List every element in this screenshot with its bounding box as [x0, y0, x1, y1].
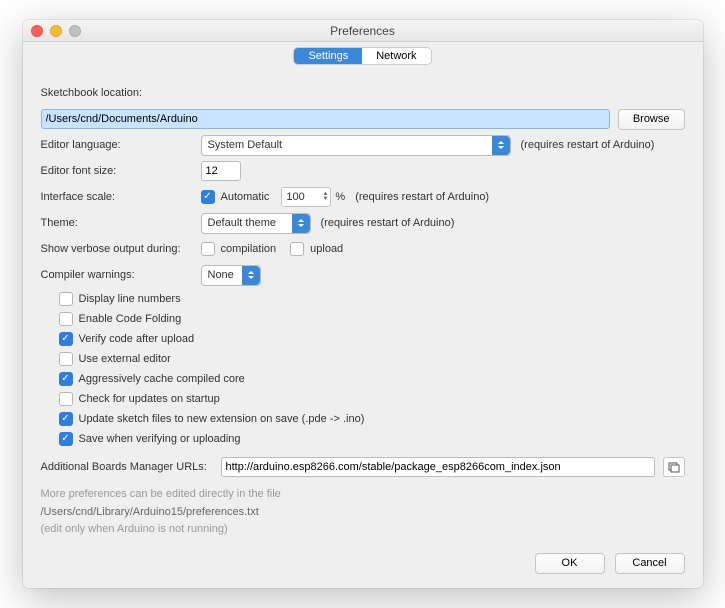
verify-after-upload-checkbox[interactable] [59, 332, 73, 346]
tab-settings[interactable]: Settings [294, 48, 362, 64]
font-size-label: Editor font size: [41, 165, 201, 177]
dialog-buttons: OK Cancel [41, 553, 685, 574]
chevron-updown-icon [492, 136, 510, 155]
chevron-updown-icon [292, 214, 310, 233]
titlebar: Preferences [23, 20, 703, 42]
scale-auto-label: Automatic [221, 191, 270, 203]
tab-bar: Settings Network [23, 42, 703, 68]
footer-note: More preferences can be edited directly … [41, 486, 685, 539]
ok-button[interactable]: OK [535, 553, 605, 574]
enable-code-folding-checkbox[interactable] [59, 312, 73, 326]
tab-segment: Settings Network [294, 48, 430, 64]
editor-language-label: Editor language: [41, 139, 201, 151]
verbose-label: Show verbose output during: [41, 243, 201, 255]
interface-scale-label: Interface scale: [41, 191, 201, 203]
restart-hint: (requires restart of Arduino) [521, 139, 655, 151]
preferences-window: Preferences Settings Network Sketchbook … [23, 20, 703, 588]
additional-urls-label: Additional Boards Manager URLs: [41, 461, 221, 473]
sketchbook-label: Sketchbook location: [41, 87, 143, 99]
use-external-editor-checkbox[interactable] [59, 352, 73, 366]
check-updates-label: Check for updates on startup [79, 393, 220, 405]
tab-network[interactable]: Network [362, 48, 430, 64]
restart-hint-2: (requires restart of Arduino) [355, 191, 489, 203]
options-list: Display line numbers Enable Code Folding… [41, 290, 685, 448]
traffic-lights [31, 25, 81, 37]
footer-line3: (edit only when Arduino is not running) [41, 521, 685, 539]
font-size-input[interactable] [201, 161, 241, 181]
scale-value: 100 [286, 191, 304, 203]
verify-after-upload-label: Verify code after upload [79, 333, 195, 345]
editor-language-value: System Default [208, 139, 283, 151]
save-on-verify-label: Save when verifying or uploading [79, 433, 241, 445]
enable-code-folding-label: Enable Code Folding [79, 313, 182, 325]
display-line-numbers-checkbox[interactable] [59, 292, 73, 306]
aggressive-cache-label: Aggressively cache compiled core [79, 373, 245, 385]
warnings-value: None [208, 269, 234, 281]
theme-label: Theme: [41, 217, 201, 229]
minimize-icon[interactable] [50, 25, 62, 37]
chevron-updown-icon [242, 266, 260, 285]
verbose-compilation-checkbox[interactable] [201, 242, 215, 256]
browse-button[interactable]: Browse [618, 109, 685, 130]
check-updates-checkbox[interactable] [59, 392, 73, 406]
verbose-upload-checkbox[interactable] [290, 242, 304, 256]
prefs-file-path: /Users/cnd/Library/Arduino15/preferences… [41, 504, 685, 522]
verbose-upload-label: upload [310, 243, 343, 255]
window-title: Preferences [330, 24, 395, 38]
zoom-icon [69, 25, 81, 37]
scale-auto-checkbox[interactable] [201, 190, 215, 204]
aggressive-cache-checkbox[interactable] [59, 372, 73, 386]
window-icon [668, 461, 680, 473]
theme-select[interactable]: Default theme [201, 213, 311, 234]
display-line-numbers-label: Display line numbers [79, 293, 181, 305]
additional-urls-input[interactable] [221, 457, 655, 477]
verbose-compilation-label: compilation [221, 243, 277, 255]
update-extension-checkbox[interactable] [59, 412, 73, 426]
footer-line1: More preferences can be edited directly … [41, 486, 685, 504]
sketchbook-path-input[interactable] [41, 109, 610, 129]
cancel-button[interactable]: Cancel [615, 553, 685, 574]
scale-percent-label: % [335, 191, 345, 203]
save-on-verify-checkbox[interactable] [59, 432, 73, 446]
warnings-select[interactable]: None [201, 265, 261, 286]
close-icon[interactable] [31, 25, 43, 37]
content-area: Sketchbook location: Browse Editor langu… [23, 68, 703, 588]
theme-value: Default theme [208, 217, 276, 229]
expand-urls-button[interactable] [663, 457, 685, 477]
warnings-label: Compiler warnings: [41, 269, 201, 281]
restart-hint-3: (requires restart of Arduino) [321, 217, 455, 229]
scale-stepper[interactable]: 100 ▲▼ [281, 187, 331, 207]
editor-language-select[interactable]: System Default [201, 135, 511, 156]
update-extension-label: Update sketch files to new extension on … [79, 413, 365, 425]
stepper-arrows-icon: ▲▼ [322, 192, 328, 202]
use-external-editor-label: Use external editor [79, 353, 171, 365]
